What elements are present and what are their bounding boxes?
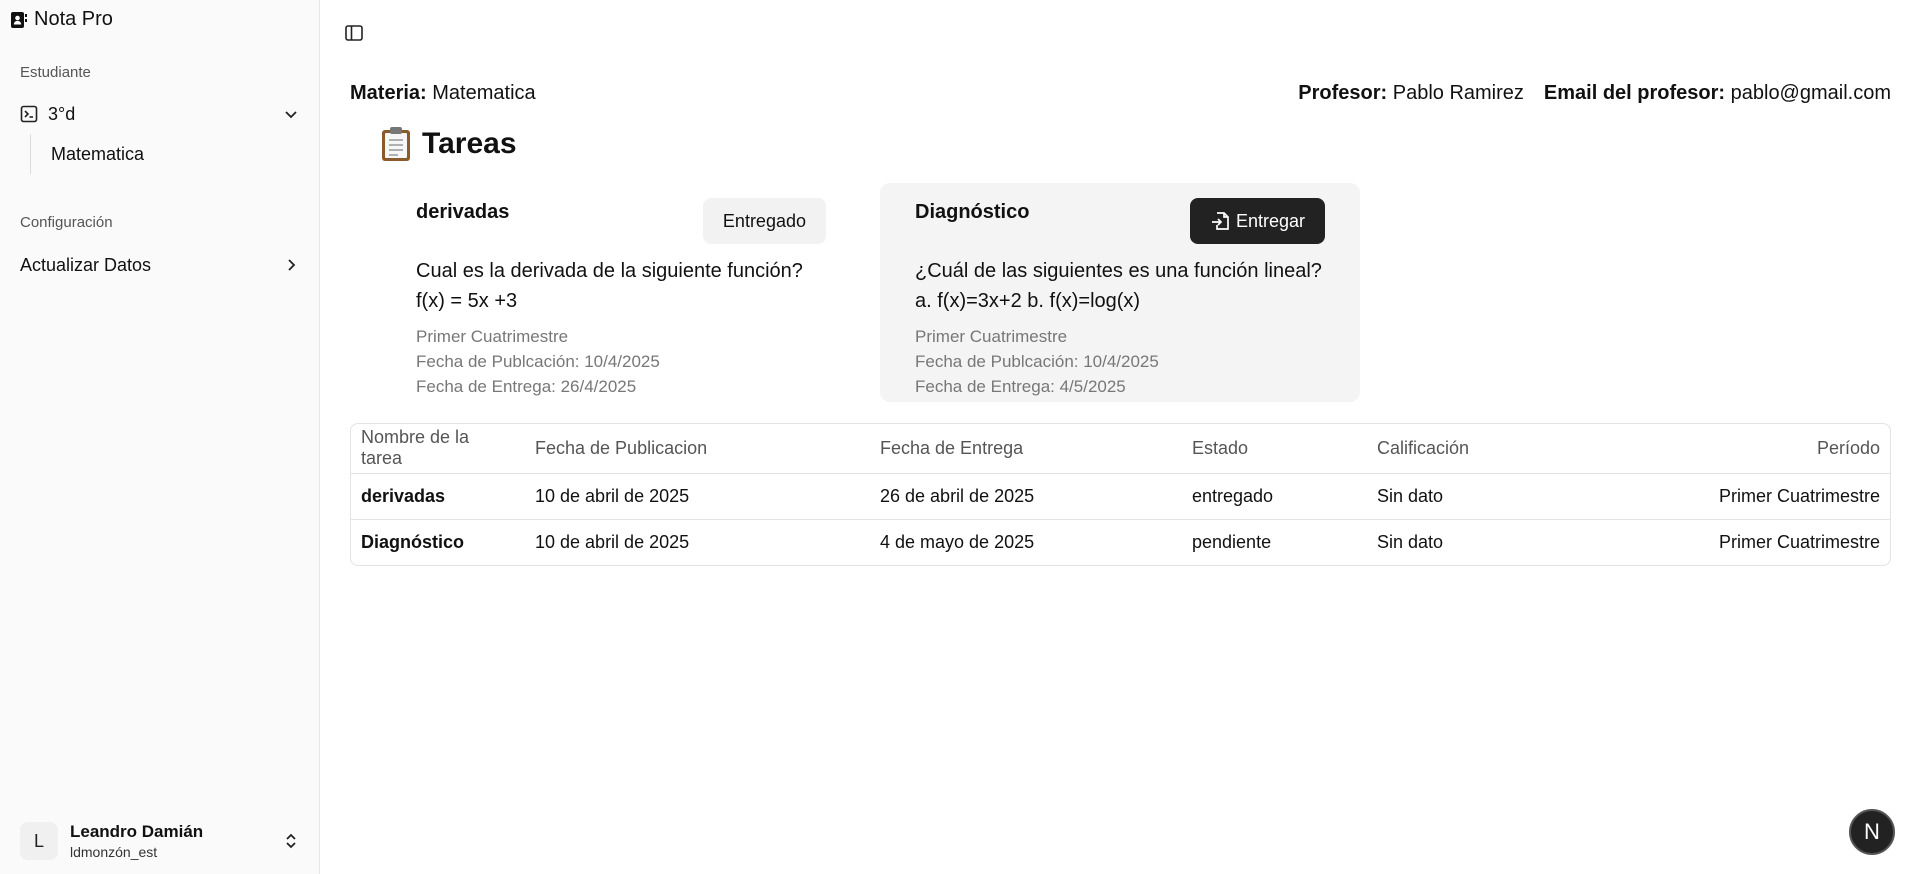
teacher-info: Profesor: Pablo Ramirez Email del profes… bbox=[1298, 82, 1891, 105]
terminal-square-icon bbox=[20, 105, 38, 123]
task-card-question-line: a. f(x)=3x+2 b. f(x)=log(x) bbox=[915, 290, 1141, 312]
avatar: L bbox=[20, 822, 58, 860]
task-card-due: Fecha de Entrega: 26/4/2025 bbox=[416, 377, 637, 396]
section-label-configuracion: Configuración bbox=[20, 214, 113, 231]
submit-button-label: Entregar bbox=[1235, 210, 1305, 231]
tasks-table: Nombre de la tarea Fecha de Publicacion … bbox=[350, 423, 1891, 566]
table-row[interactable]: derivadas 10 de abril de 2025 26 de abri… bbox=[351, 473, 1890, 520]
user-menu[interactable]: L Leandro Damián ldmonzón_est bbox=[20, 818, 300, 864]
cell-status: pendiente bbox=[1192, 531, 1272, 552]
table-row[interactable]: Diagnóstico 10 de abril de 2025 4 de may… bbox=[351, 519, 1890, 565]
brand[interactable]: Nota Pro bbox=[10, 8, 113, 31]
cell-status: entregado bbox=[1182, 473, 1367, 520]
cell-grade: Sin dato bbox=[1367, 473, 1567, 520]
task-card-question-line: Cual es la derivada de la siguiente func… bbox=[416, 260, 803, 282]
file-input-icon bbox=[1211, 212, 1229, 230]
cell-published: 10 de abril de 2025 bbox=[535, 531, 690, 552]
email-group: Email del profesor: pablo@gmail.com bbox=[1544, 82, 1891, 105]
contact-book-icon bbox=[11, 11, 27, 28]
task-card-period: Primer Cuatrimestre bbox=[915, 327, 1068, 346]
sidebar-item-subject[interactable]: Matematica bbox=[30, 134, 144, 174]
brand-title: Nota Pro bbox=[34, 8, 113, 30]
sidebar-item-course-label: 3°d bbox=[48, 103, 76, 124]
sidebar-item-course[interactable]: 3°d bbox=[20, 99, 300, 129]
email-label: Email del profesor: bbox=[1543, 82, 1726, 104]
cell-due: 4 de mayo de 2025 bbox=[880, 531, 1035, 552]
delivered-button-label: Entregado bbox=[722, 210, 806, 231]
user-name: Leandro Damián bbox=[70, 822, 204, 841]
task-card: Diagnóstico Entregar ¿Cuál de las siguie… bbox=[880, 183, 1360, 402]
materia-label: Materia: bbox=[350, 82, 427, 104]
column-header-period: Período bbox=[1566, 424, 1890, 474]
column-header-grade: Calificación bbox=[1367, 424, 1567, 474]
task-card-due: Fecha de Entrega: 4/5/2025 bbox=[915, 377, 1126, 396]
task-card-published: Fecha de Publcación: 10/4/2025 bbox=[416, 352, 660, 371]
task-card: derivadas Entregado Cual es la derivada … bbox=[381, 183, 861, 402]
profesor-label: Profesor: bbox=[1298, 82, 1388, 104]
task-card-period: Primer Cuatrimestre bbox=[416, 327, 569, 346]
column-header-name: Nombre de la tarea bbox=[351, 424, 525, 474]
clipboard-icon bbox=[382, 127, 410, 161]
profesor-value: Pablo Ramirez bbox=[1392, 82, 1524, 104]
cell-published: 10 de abril de 2025 bbox=[525, 473, 870, 520]
sidebar-item-update-label: Actualizar Datos bbox=[20, 254, 152, 275]
task-card-published: Fecha de Publcación: 10/4/2025 bbox=[915, 352, 1159, 371]
cell-task-name: Diagnóstico bbox=[361, 531, 465, 552]
user-handle: ldmonzón_est bbox=[70, 844, 158, 860]
profesor-group: Profesor: Pablo Ramirez bbox=[1298, 82, 1524, 105]
cell-period: Primer Cuatrimestre bbox=[1718, 531, 1880, 552]
page-title-text: Tareas bbox=[422, 127, 517, 160]
column-header-published: Fecha de Publicacion bbox=[525, 424, 870, 474]
page-title: Tareas bbox=[380, 126, 517, 162]
materia-value: Matematica bbox=[432, 82, 536, 104]
cell-grade: Sin dato bbox=[1377, 531, 1444, 552]
user-info: Leandro Damián ldmonzón_est bbox=[70, 822, 203, 860]
sidebar: Nota Pro Estudiante 3°d Matematica Confi… bbox=[0, 0, 320, 874]
table-header-row: Nombre de la tarea Fecha de Publicacion … bbox=[351, 424, 1890, 474]
submit-button[interactable]: Entregar bbox=[1189, 198, 1325, 244]
task-card-question-line: ¿Cuál de las siguientes es una función l… bbox=[915, 260, 1322, 282]
chevron-right-icon bbox=[288, 259, 296, 271]
column-header-status: Estado bbox=[1182, 424, 1367, 474]
delivered-button[interactable]: Entregado bbox=[702, 198, 826, 244]
task-card-question: ¿Cuál de las siguientes es una función l… bbox=[915, 256, 1335, 316]
dev-tools-badge[interactable]: N bbox=[1849, 809, 1895, 855]
cell-task-name: derivadas bbox=[351, 473, 525, 520]
email-value: pablo@gmail.com bbox=[1730, 82, 1891, 104]
task-card-meta: Primer Cuatrimestre Fecha de Publcación:… bbox=[416, 324, 660, 399]
subject-info: Materia: Matematica bbox=[350, 82, 536, 105]
cell-period: Primer Cuatrimestre bbox=[1566, 473, 1890, 520]
chevron-down-icon bbox=[285, 111, 297, 119]
panel-left-icon[interactable] bbox=[344, 23, 364, 43]
chevrons-up-down-icon bbox=[286, 833, 296, 849]
task-card-meta: Primer Cuatrimestre Fecha de Publcación:… bbox=[915, 324, 1159, 399]
section-label-estudiante: Estudiante bbox=[20, 64, 91, 81]
task-card-question: Cual es la derivada de la siguiente func… bbox=[416, 256, 836, 316]
sidebar-item-subject-label: Matematica bbox=[51, 143, 145, 164]
column-header-due: Fecha de Entrega bbox=[870, 424, 1182, 474]
sidebar-item-update[interactable]: Actualizar Datos bbox=[20, 250, 300, 280]
task-card-question-line: f(x) = 5x +3 bbox=[416, 290, 518, 312]
cell-due: 26 de abril de 2025 bbox=[870, 473, 1182, 520]
